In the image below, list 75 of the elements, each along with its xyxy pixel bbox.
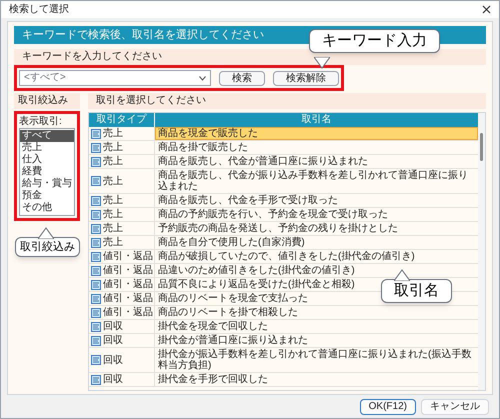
- type-cell: 売上: [89, 236, 155, 249]
- type-cell: 値引・返品: [89, 306, 155, 319]
- name-cell[interactable]: 商品を現金で販売した: [155, 127, 478, 140]
- name-cell[interactable]: 商品の予約販売を行い、予約金を現金で受け取った: [155, 208, 391, 221]
- type-cell: 回収: [89, 334, 155, 347]
- name-cell[interactable]: 商品を掛で販売した: [155, 141, 251, 154]
- document-icon: [91, 142, 101, 152]
- document-icon: [91, 196, 101, 206]
- document-icon: [91, 210, 101, 220]
- type-cell: 売上: [89, 155, 155, 168]
- cancel-button[interactable]: キャンセル: [421, 399, 489, 415]
- document-icon: [91, 238, 101, 248]
- name-cell[interactable]: 掛代金を現金で回収した: [155, 320, 271, 333]
- chevron-down-icon: [199, 76, 206, 80]
- name-cell[interactable]: 品違いのため値引きをした(掛代金の値引き): [155, 264, 358, 277]
- filter-item[interactable]: 預金: [20, 190, 74, 202]
- type-cell: 売上: [89, 208, 155, 221]
- document-icon: [91, 266, 101, 276]
- name-cell[interactable]: 商品を自分で使用した(自家消費): [155, 236, 308, 249]
- type-cell: 値引・返品: [89, 264, 155, 277]
- section-label: キーワードを入力してください: [14, 49, 486, 65]
- search-button[interactable]: 検索: [219, 70, 265, 86]
- filter-label: 表示取引:: [19, 116, 63, 128]
- document-icon: [91, 336, 101, 346]
- filter-item[interactable]: 仕入: [20, 154, 74, 166]
- section-label: 取引絞込み: [14, 93, 80, 109]
- name-cell[interactable]: 商品のリベートを現金で支払った: [155, 292, 311, 305]
- callout-tail-icon: [394, 269, 410, 281]
- document-icon: [91, 156, 101, 166]
- name-cell[interactable]: 予約販売の商品を発送し、予約金の残りを掛けとした: [155, 222, 401, 235]
- ok-button[interactable]: OK(F12): [360, 399, 416, 415]
- clear-search-button[interactable]: 検索解除: [273, 70, 339, 86]
- type-cell: 売上: [89, 141, 155, 154]
- filter-item[interactable]: すべて: [20, 130, 74, 142]
- type-cell: 値引・返品: [89, 292, 155, 305]
- filter-item[interactable]: 給与・賞与: [20, 178, 74, 190]
- document-icon: [91, 308, 101, 318]
- column-header: 取引名: [300, 113, 332, 127]
- document-icon: [91, 322, 101, 332]
- type-cell: 売上: [89, 169, 155, 193]
- filter-item[interactable]: 経費: [20, 166, 74, 178]
- column-header: 取引タイプ: [89, 113, 155, 127]
- keyword-combobox[interactable]: <すべて>: [19, 70, 211, 86]
- close-icon[interactable]: [482, 5, 491, 14]
- name-cell[interactable]: 掛代金を手形で回収した: [155, 373, 271, 386]
- document-icon: [91, 294, 101, 304]
- document-icon: [91, 280, 101, 290]
- name-cell[interactable]: 商品のリベートを掛で相殺した: [155, 306, 301, 319]
- type-cell: 回収: [89, 348, 155, 372]
- name-cell[interactable]: 掛代金が普通口座に振り込まれた: [155, 334, 311, 347]
- filter-item[interactable]: 売上: [20, 142, 74, 154]
- window-title: 検索して選択: [9, 4, 69, 16]
- document-icon: [91, 176, 101, 186]
- callout-tail-icon: [38, 227, 54, 239]
- type-cell: 回収: [89, 320, 155, 333]
- type-cell: 売上: [89, 222, 155, 235]
- name-cell[interactable]: 商品を販売し、代金が振り込み手数料を差し引かれて普通口座に振り込まれた: [155, 169, 478, 193]
- type-cell: 売上: [89, 194, 155, 207]
- name-cell[interactable]: 掛代金が振込手数料を差し引かれて普通口座に振り込まれた(振込手数料当方負担): [155, 348, 478, 372]
- type-cell: 売上: [89, 127, 155, 140]
- document-icon: [91, 128, 101, 138]
- type-cell: 回収: [89, 373, 155, 386]
- document-icon: [91, 224, 101, 234]
- callout-tail-icon: [314, 57, 330, 69]
- section-label: 取引を選択してください: [88, 93, 486, 109]
- name-cell[interactable]: 商品を販売し、代金を手形で受け取った: [155, 194, 341, 207]
- document-icon: [91, 252, 101, 262]
- document-icon: [91, 374, 101, 384]
- name-cell[interactable]: 商品を販売し、代金が普通口座に振り込まれた: [155, 155, 371, 168]
- name-cell[interactable]: 品質不良により返品を受けた(掛代金と相殺): [155, 278, 358, 291]
- type-cell: 値引・返品: [89, 278, 155, 291]
- name-cell[interactable]: 商品が破損していたので、値引きをした(掛代金の値引き): [155, 250, 418, 263]
- type-cell: 値引・返品: [89, 250, 155, 263]
- document-icon: [91, 355, 101, 365]
- filter-item[interactable]: その他: [20, 202, 74, 214]
